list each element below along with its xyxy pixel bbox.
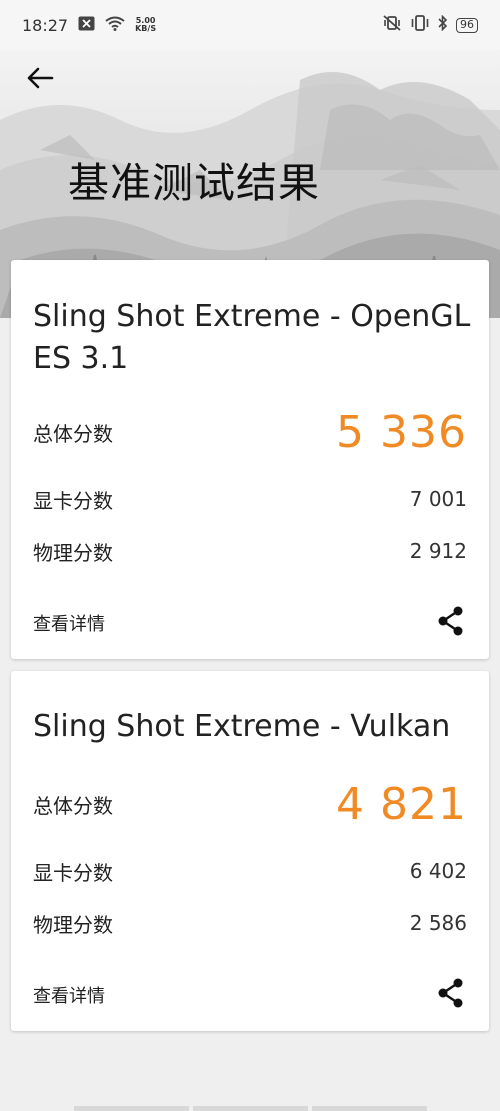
notification-icon bbox=[78, 16, 95, 35]
total-score-value: 5 336 bbox=[336, 406, 467, 458]
card-title: Sling Shot Extreme - Vulkan bbox=[33, 709, 451, 744]
result-card-opengl: Sling Shot Extreme - OpenGL ES 3.1 总体分数 … bbox=[11, 260, 489, 659]
graphics-score-value: 7 001 bbox=[409, 487, 467, 511]
status-bar: 18:27 5.00 KB/S 96 bbox=[0, 0, 500, 50]
tab-indicator bbox=[311, 1106, 427, 1111]
status-right: 96 bbox=[382, 14, 478, 35]
card-footer: 查看详情 bbox=[33, 978, 467, 1012]
total-score-row: 总体分数 4 821 bbox=[33, 777, 467, 831]
graphics-score-row: 显卡分数 6 402 bbox=[33, 854, 467, 888]
physics-score-label: 物理分数 bbox=[33, 912, 113, 937]
status-left: 18:27 5.00 KB/S bbox=[22, 16, 156, 35]
status-time: 18:27 bbox=[22, 15, 69, 35]
total-score-row: 总体分数 5 336 bbox=[33, 405, 467, 459]
physics-score-row: 物理分数 2 586 bbox=[33, 906, 467, 940]
share-button[interactable] bbox=[435, 978, 467, 1012]
view-details-link[interactable]: 查看详情 bbox=[33, 610, 105, 636]
physics-score-value: 2 586 bbox=[409, 911, 467, 935]
net-speed: 5.00 KB/S bbox=[135, 17, 156, 33]
tab-indicator bbox=[192, 1106, 308, 1111]
wifi-icon bbox=[105, 16, 125, 35]
card-footer: 查看详情 bbox=[33, 606, 467, 640]
net-speed-unit: KB/S bbox=[135, 24, 157, 33]
tab-indicator bbox=[73, 1106, 189, 1111]
view-details-link[interactable]: 查看详情 bbox=[33, 982, 105, 1008]
total-score-label: 总体分数 bbox=[33, 793, 113, 818]
physics-score-row: 物理分数 2 912 bbox=[33, 534, 467, 568]
card-title: Sling Shot Extreme - OpenGL ES 3.1 bbox=[33, 299, 471, 376]
total-score-value: 4 821 bbox=[336, 778, 467, 830]
total-score-label: 总体分数 bbox=[33, 421, 113, 446]
back-button[interactable] bbox=[22, 65, 58, 95]
bottom-tab-indicators bbox=[0, 1106, 500, 1111]
share-icon bbox=[437, 978, 465, 1012]
physics-score-value: 2 912 bbox=[409, 539, 467, 563]
page-title: 基准测试结果 bbox=[68, 159, 320, 207]
vibrate-icon bbox=[410, 15, 430, 35]
bluetooth-icon bbox=[438, 14, 448, 35]
graphics-score-value: 6 402 bbox=[409, 859, 467, 883]
share-icon bbox=[437, 606, 465, 640]
vibrate-mute-icon bbox=[382, 15, 402, 35]
share-button[interactable] bbox=[435, 606, 467, 640]
result-card-vulkan: Sling Shot Extreme - Vulkan 总体分数 4 821 显… bbox=[11, 671, 489, 1031]
graphics-score-label: 显卡分数 bbox=[33, 488, 113, 513]
arrow-left-icon bbox=[26, 66, 54, 94]
physics-score-label: 物理分数 bbox=[33, 540, 113, 565]
graphics-score-row: 显卡分数 7 001 bbox=[33, 482, 467, 516]
battery-indicator: 96 bbox=[456, 17, 478, 33]
graphics-score-label: 显卡分数 bbox=[33, 860, 113, 885]
